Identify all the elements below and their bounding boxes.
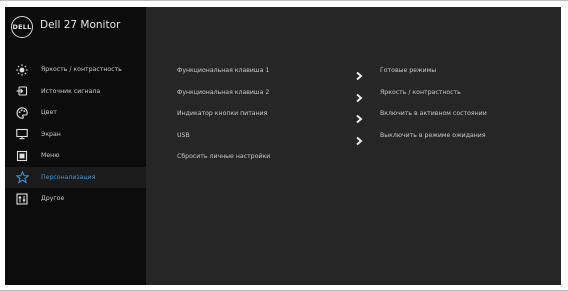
monitor-title: Dell 27 Monitor [40, 19, 121, 31]
sidebar-item-display[interactable]: Экран [5, 124, 146, 146]
sidebar-item-brightness-contrast[interactable]: Яркость / контрастность [5, 59, 146, 81]
other-settings-icon [9, 188, 35, 210]
personalize-panel: Функциональная клавиша 1 Готовые режимы … [146, 7, 561, 285]
sidebar-item-menu[interactable]: Меню [5, 145, 146, 167]
chevron-right-icon [354, 109, 364, 124]
sidebar-item-color[interactable]: Цвет [5, 102, 146, 124]
setting-row-reset-personalization[interactable]: Сбросить личные настройки [146, 148, 561, 166]
setting-label: Сбросить личные настройки [177, 153, 271, 160]
setting-label: Функциональная клавиша 1 [177, 67, 270, 74]
menu-icon [9, 145, 35, 167]
sidebar-item-label: Экран [41, 130, 61, 138]
display-icon [9, 124, 35, 146]
setting-value: Готовые режимы [380, 67, 437, 74]
palette-icon [9, 102, 35, 124]
brightness-icon [9, 59, 35, 81]
setting-label: Индикатор кнопки питания [177, 110, 268, 117]
star-icon [9, 167, 35, 189]
sidebar-item-label: Цвет [41, 109, 57, 117]
setting-row-usb[interactable]: USB Выключить в режиме ожидания [146, 127, 561, 146]
sidebar-item-label: Меню [41, 152, 60, 160]
setting-row-power-button-led[interactable]: Индикатор кнопки питания Включить в акти… [146, 105, 561, 124]
chevron-right-icon [354, 131, 364, 146]
osd-header: DELL Dell 27 Monitor [5, 7, 146, 51]
sidebar: DELL Dell 27 Monitor Яркость / контрастн… [5, 7, 146, 285]
monitor-osd-window: DELL Dell 27 Monitor Яркость / контрастн… [5, 7, 561, 285]
sidebar-item-others[interactable]: Другое [5, 188, 146, 210]
setting-label: USB [177, 132, 190, 139]
sidebar-menu: Яркость / контрастность Источник сигнала [5, 59, 146, 210]
sidebar-item-label: Другое [41, 195, 65, 203]
chevron-right-icon [354, 66, 364, 81]
chevron-right-icon [354, 88, 364, 103]
sidebar-item-personalize[interactable]: Персонализация [5, 166, 146, 189]
setting-row-shortcut-key-1[interactable]: Функциональная клавиша 1 Готовые режимы [146, 62, 561, 81]
setting-label: Функциональная клавиша 2 [177, 89, 270, 96]
sidebar-item-label: Источник сигнала [41, 87, 101, 95]
sidebar-item-input-source[interactable]: Источник сигнала [5, 81, 146, 103]
sidebar-item-label: Персонализация [41, 173, 96, 181]
setting-row-shortcut-key-2[interactable]: Функциональная клавиша 2 Яркость / контр… [146, 84, 561, 103]
setting-value: Выключить в режиме ожидания [380, 132, 486, 139]
dell-logo: DELL [11, 16, 33, 38]
setting-value: Яркость / контрастность [380, 89, 461, 96]
input-source-icon [9, 81, 35, 103]
sidebar-item-label: Яркость / контрастность [41, 66, 122, 74]
setting-value: Включить в активном состоянии [380, 110, 487, 117]
top-border [0, 0, 568, 1]
